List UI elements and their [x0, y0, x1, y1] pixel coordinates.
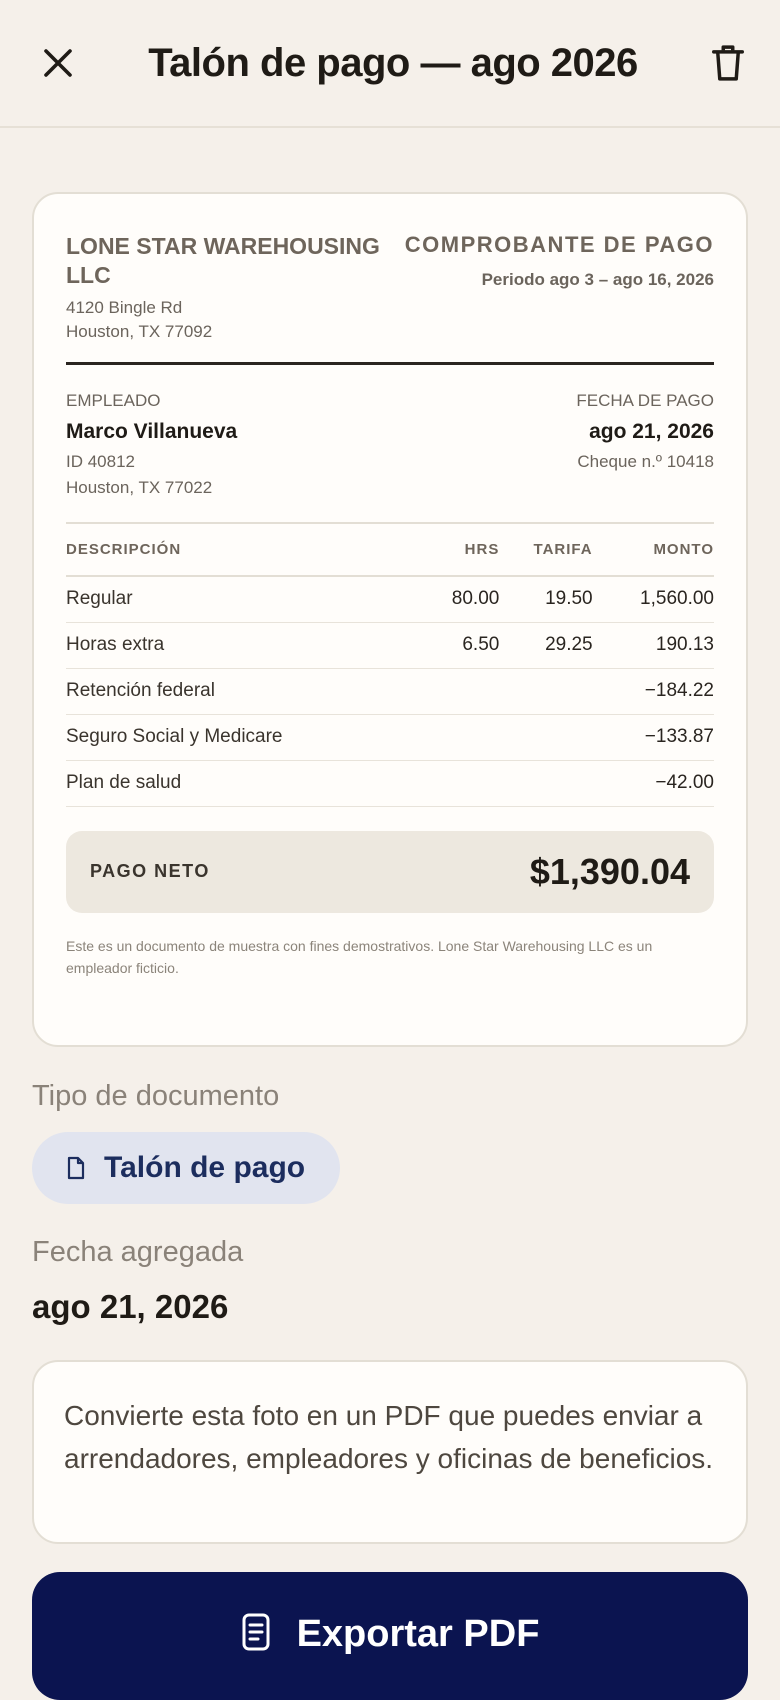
employee-section: EMPLEADO Marco Villanueva ID 40812 Houst…	[66, 389, 714, 500]
table-header-row: DESCRIPCIÓN HRS TARIFA MONTO	[66, 524, 714, 577]
cell-hours	[407, 760, 500, 807]
company-address-line1: 4120 Bingle Rd	[66, 298, 183, 317]
net-pay-label: PAGO NETO	[90, 861, 210, 881]
net-pay-value: $1,390.04	[529, 850, 690, 892]
company-address-line2: Houston, TX 77092	[66, 322, 213, 341]
table-row: Horas extra 6.50 29.25 190.13	[66, 622, 714, 669]
cell-rate	[499, 714, 593, 761]
column-header: DESCRIPCIÓN	[66, 524, 408, 577]
doc-type-chip-label: Talón de pago	[104, 1151, 306, 1184]
top-bar: Talón de pago — ago 2026	[0, 0, 780, 128]
date-added-value: ago 21, 2026	[32, 1288, 229, 1325]
employee-label: EMPLEADO	[66, 391, 161, 410]
disclaimer: Este es un documento de muestra con fine…	[66, 937, 653, 976]
cell-hours	[407, 668, 500, 715]
doc-kind-block: COMPROBANTE DE PAGO Periodo ago 3 – ago …	[405, 232, 714, 344]
table-row: Seguro Social y Medicare −133.87	[66, 714, 714, 761]
doc-type-label: Tipo de documento	[32, 1080, 280, 1112]
cell-rate	[499, 760, 593, 807]
pay-period: Periodo ago 3 – ago 16, 2026	[481, 270, 714, 289]
employee-block: EMPLEADO Marco Villanueva ID 40812 Houst…	[66, 389, 237, 500]
column-header: HRS	[407, 524, 500, 577]
cell-amount: 1,560.00	[592, 576, 714, 623]
table-row: Regular 80.00 19.50 1,560.00	[66, 576, 714, 623]
table-row: Plan de salud −42.00	[66, 760, 714, 807]
cell-description: Regular	[66, 576, 408, 623]
check-number: Cheque n.º 10418	[577, 452, 714, 471]
earnings-table: DESCRIPCIÓN HRS TARIFA MONTO Regular 80.…	[66, 524, 714, 807]
net-pay-box: PAGO NETO $1,390.04	[66, 830, 714, 913]
date-added-label: Fecha agregada	[32, 1236, 244, 1268]
cell-hours: 80.00	[407, 576, 500, 623]
paystub-preview: LONE STAR WAREHOUSING LLC 4120 Bingle Rd…	[32, 192, 748, 1047]
payment-block: FECHA DE PAGO ago 21, 2026 Cheque n.º 10…	[576, 389, 714, 500]
cell-hours: 6.50	[407, 622, 500, 669]
cell-amount: 190.13	[592, 622, 714, 669]
cell-description: Retención federal	[66, 668, 408, 715]
cell-description: Plan de salud	[66, 760, 408, 807]
cell-description: Horas extra	[66, 622, 408, 669]
cell-amount: −133.87	[592, 714, 714, 761]
table-row: Retención federal −184.22	[66, 668, 714, 715]
close-button[interactable]	[36, 41, 80, 85]
column-header: MONTO	[592, 524, 714, 577]
cell-rate	[499, 668, 593, 715]
info-card: Convierte esta foto en un PDF que puedes…	[32, 1360, 748, 1544]
column-header: TARIFA	[499, 524, 593, 577]
company-block: LONE STAR WAREHOUSING LLC 4120 Bingle Rd…	[66, 232, 386, 344]
cell-hours	[407, 714, 500, 761]
employee-city: Houston, TX 77022	[66, 478, 213, 497]
cell-rate: 19.50	[499, 576, 593, 623]
stub-header: LONE STAR WAREHOUSING LLC 4120 Bingle Rd…	[66, 232, 714, 344]
company-name: LONE STAR WAREHOUSING LLC	[66, 233, 380, 288]
employee-id: ID 40812	[66, 452, 135, 471]
trash-icon	[712, 45, 744, 81]
cell-rate: 29.25	[499, 622, 593, 669]
payment-date-label: FECHA DE PAGO	[576, 391, 714, 410]
doc-kind: COMPROBANTE DE PAGO	[404, 232, 714, 257]
company-address: 4120 Bingle Rd Houston, TX 77092	[66, 296, 386, 344]
export-pdf-button[interactable]: Exportar PDF	[32, 1572, 748, 1700]
employee-name: Marco Villanueva	[66, 420, 238, 443]
payment-date: ago 21, 2026	[589, 420, 714, 443]
delete-button[interactable]	[706, 41, 750, 85]
page-title: Talón de pago — ago 2026	[148, 40, 638, 85]
cell-amount: −42.00	[592, 760, 714, 807]
document-icon	[67, 1156, 85, 1180]
doc-type-chip[interactable]: Talón de pago	[32, 1132, 340, 1204]
divider	[66, 362, 714, 365]
cell-amount: −184.22	[592, 668, 714, 715]
cell-description: Seguro Social y Medicare	[66, 714, 408, 761]
export-pdf-label: Exportar PDF	[296, 1613, 540, 1655]
close-icon	[44, 49, 72, 77]
pdf-document-icon	[242, 1613, 270, 1651]
